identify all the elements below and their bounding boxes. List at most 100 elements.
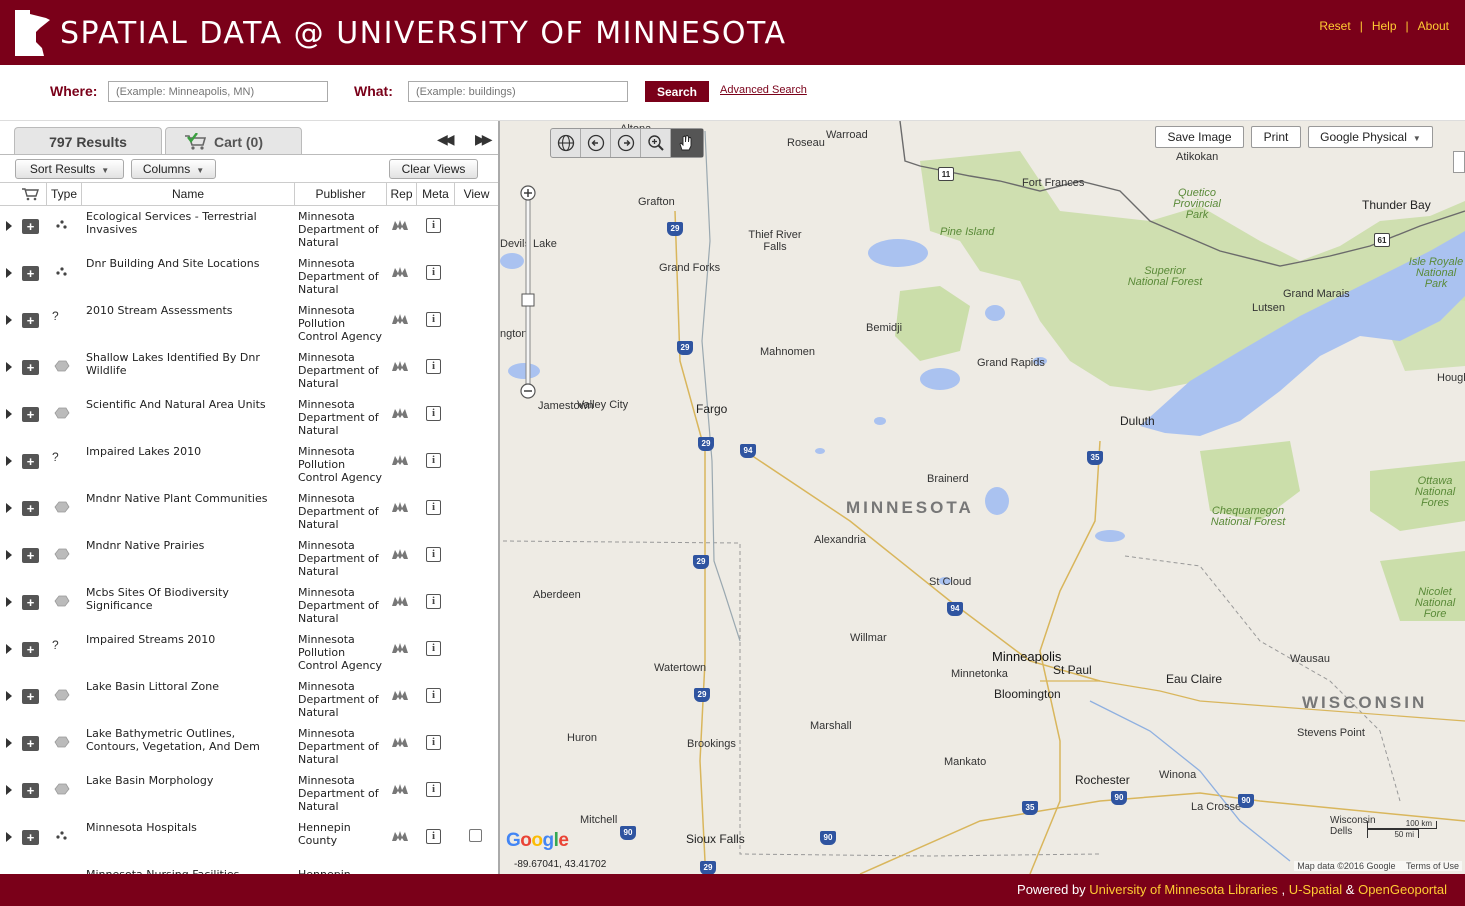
expand-row-icon[interactable] xyxy=(6,832,12,842)
result-row[interactable]: + Ecological Services - Terrestrial Invas… xyxy=(0,206,498,253)
expand-row-icon[interactable] xyxy=(6,315,12,325)
result-name[interactable]: Lake Bathymetric Outlines, Contours, Veg… xyxy=(86,727,276,753)
result-name[interactable]: Lake Basin Morphology xyxy=(86,774,276,787)
terms-of-use-link[interactable]: Terms of Use xyxy=(1406,861,1459,871)
tab-cart[interactable]: Cart (0) xyxy=(165,127,302,155)
metadata-info-icon[interactable]: i xyxy=(426,641,441,656)
result-row[interactable]: + Minnesota Hospitals Hennepin County i xyxy=(0,817,498,864)
add-to-cart-button[interactable]: + xyxy=(22,501,39,516)
libraries-link[interactable]: University of Minnesota Libraries xyxy=(1089,882,1278,897)
result-row[interactable]: +Minnesota Nursing FacilitiesHennepini xyxy=(0,864,498,874)
about-link[interactable]: About xyxy=(1418,19,1449,33)
result-name[interactable]: Impaired Lakes 2010 xyxy=(86,445,276,458)
add-to-cart-button[interactable]: + xyxy=(22,830,39,845)
result-name[interactable]: Mndnr Native Plant Communities xyxy=(86,492,276,505)
add-to-cart-button[interactable]: + xyxy=(22,360,39,375)
add-to-cart-button[interactable]: + xyxy=(22,548,39,563)
add-to-cart-button[interactable]: + xyxy=(22,736,39,751)
expand-row-icon[interactable] xyxy=(6,503,12,513)
result-row[interactable]: + Lake Bathymetric Outlines, Contours, Ve… xyxy=(0,723,498,770)
cart-column-header[interactable] xyxy=(14,183,46,205)
metadata-info-icon[interactable]: i xyxy=(426,735,441,750)
search-button[interactable]: Search xyxy=(645,81,709,102)
result-row[interactable]: + Mndnr Native Plant Communities Minnesota… xyxy=(0,488,498,535)
save-image-button[interactable]: Save Image xyxy=(1155,126,1244,148)
columns-button[interactable]: Columns ▼ xyxy=(131,159,216,179)
result-name[interactable]: 2010 Stream Assessments xyxy=(86,304,276,317)
metadata-info-icon[interactable]: i xyxy=(426,406,441,421)
column-rep[interactable]: Rep xyxy=(386,183,416,205)
metadata-info-icon[interactable]: i xyxy=(426,829,441,844)
reset-link[interactable]: Reset xyxy=(1319,19,1350,33)
add-to-cart-button[interactable]: + xyxy=(22,219,39,234)
full-extent-button[interactable] xyxy=(551,129,581,157)
add-to-cart-button[interactable]: + xyxy=(22,689,39,704)
result-row[interactable]: + Shallow Lakes Identified By Dnr Wildlif… xyxy=(0,347,498,394)
zoom-slider[interactable] xyxy=(517,184,539,404)
metadata-info-icon[interactable]: i xyxy=(426,453,441,468)
what-input[interactable] xyxy=(408,81,628,102)
tab-results[interactable]: 797 Results xyxy=(14,127,162,155)
add-to-cart-button[interactable]: + xyxy=(22,407,39,422)
expand-row-icon[interactable] xyxy=(6,691,12,701)
result-name[interactable]: Mcbs Sites Of Biodiversity Significance xyxy=(86,586,276,612)
expand-row-icon[interactable] xyxy=(6,456,12,466)
expand-row-icon[interactable] xyxy=(6,644,12,654)
result-row[interactable]: +? 2010 Stream Assessments Minnesota Pollu… xyxy=(0,300,498,347)
collapse-panel-icon[interactable]: ◀◀ xyxy=(437,131,454,148)
result-row[interactable]: + Dnr Building And Site Locations Minnesot… xyxy=(0,253,498,300)
column-meta[interactable]: Meta xyxy=(416,183,454,205)
metadata-info-icon[interactable]: i xyxy=(426,218,441,233)
result-name[interactable]: Lake Basin Littoral Zone xyxy=(86,680,276,693)
result-row[interactable]: + Lake Basin Littoral Zone Minnesota Depar… xyxy=(0,676,498,723)
help-link[interactable]: Help xyxy=(1372,19,1397,33)
metadata-info-icon[interactable]: i xyxy=(426,359,441,374)
metadata-info-icon[interactable]: i xyxy=(426,782,441,797)
expand-row-icon[interactable] xyxy=(6,738,12,748)
map-scroll-handle[interactable] xyxy=(1453,151,1465,173)
result-name[interactable]: Minnesota Hospitals xyxy=(86,821,276,834)
add-to-cart-button[interactable]: + xyxy=(22,454,39,469)
advanced-search-link[interactable]: Advanced Search xyxy=(720,84,807,96)
clear-views-button[interactable]: Clear Views xyxy=(389,159,478,179)
result-row[interactable]: + Scientific And Natural Area Units Minnes… xyxy=(0,394,498,441)
add-to-cart-button[interactable]: + xyxy=(22,642,39,657)
expand-row-icon[interactable] xyxy=(6,268,12,278)
previous-extent-button[interactable] xyxy=(581,129,611,157)
add-to-cart-button[interactable]: + xyxy=(22,313,39,328)
result-name[interactable]: Impaired Streams 2010 xyxy=(86,633,276,646)
metadata-info-icon[interactable]: i xyxy=(426,594,441,609)
expand-row-icon[interactable] xyxy=(6,785,12,795)
basemap-select[interactable]: Google Physical ▼ xyxy=(1308,126,1433,148)
result-row[interactable]: +? Impaired Streams 2010 Minnesota Polluti… xyxy=(0,629,498,676)
add-to-cart-button[interactable]: + xyxy=(22,783,39,798)
result-row[interactable]: +? Impaired Lakes 2010 Minnesota Pollution… xyxy=(0,441,498,488)
column-type[interactable]: Type xyxy=(46,183,81,205)
uspatial-link[interactable]: U-Spatial xyxy=(1289,882,1342,897)
column-name[interactable]: Name xyxy=(81,183,294,205)
sort-results-button[interactable]: Sort Results ▼ xyxy=(15,159,124,179)
result-name[interactable]: Mndnr Native Prairies xyxy=(86,539,276,552)
result-row[interactable]: + Mcbs Sites Of Biodiversity Significance… xyxy=(0,582,498,629)
result-name[interactable]: Dnr Building And Site Locations xyxy=(86,257,276,270)
opengeoportal-link[interactable]: OpenGeoportal xyxy=(1358,882,1447,897)
view-layer-checkbox[interactable] xyxy=(469,829,482,842)
add-to-cart-button[interactable]: + xyxy=(22,266,39,281)
metadata-info-icon[interactable]: i xyxy=(426,547,441,562)
expand-row-icon[interactable] xyxy=(6,550,12,560)
pan-button[interactable] xyxy=(671,129,703,157)
next-extent-button[interactable] xyxy=(611,129,641,157)
expand-row-icon[interactable] xyxy=(6,362,12,372)
metadata-info-icon[interactable]: i xyxy=(426,265,441,280)
where-input[interactable] xyxy=(108,81,328,102)
expand-panel-icon[interactable]: ▶▶ xyxy=(475,131,492,148)
column-publisher[interactable]: Publisher xyxy=(294,183,386,205)
result-row[interactable]: + Lake Basin Morphology Minnesota Departme… xyxy=(0,770,498,817)
expand-row-icon[interactable] xyxy=(6,409,12,419)
column-view[interactable]: View xyxy=(454,183,498,205)
metadata-info-icon[interactable]: i xyxy=(426,312,441,327)
result-name[interactable]: Shallow Lakes Identified By Dnr Wildlife xyxy=(86,351,276,377)
print-button[interactable]: Print xyxy=(1251,126,1301,148)
add-to-cart-button[interactable]: + xyxy=(22,595,39,610)
metadata-info-icon[interactable]: i xyxy=(426,500,441,515)
